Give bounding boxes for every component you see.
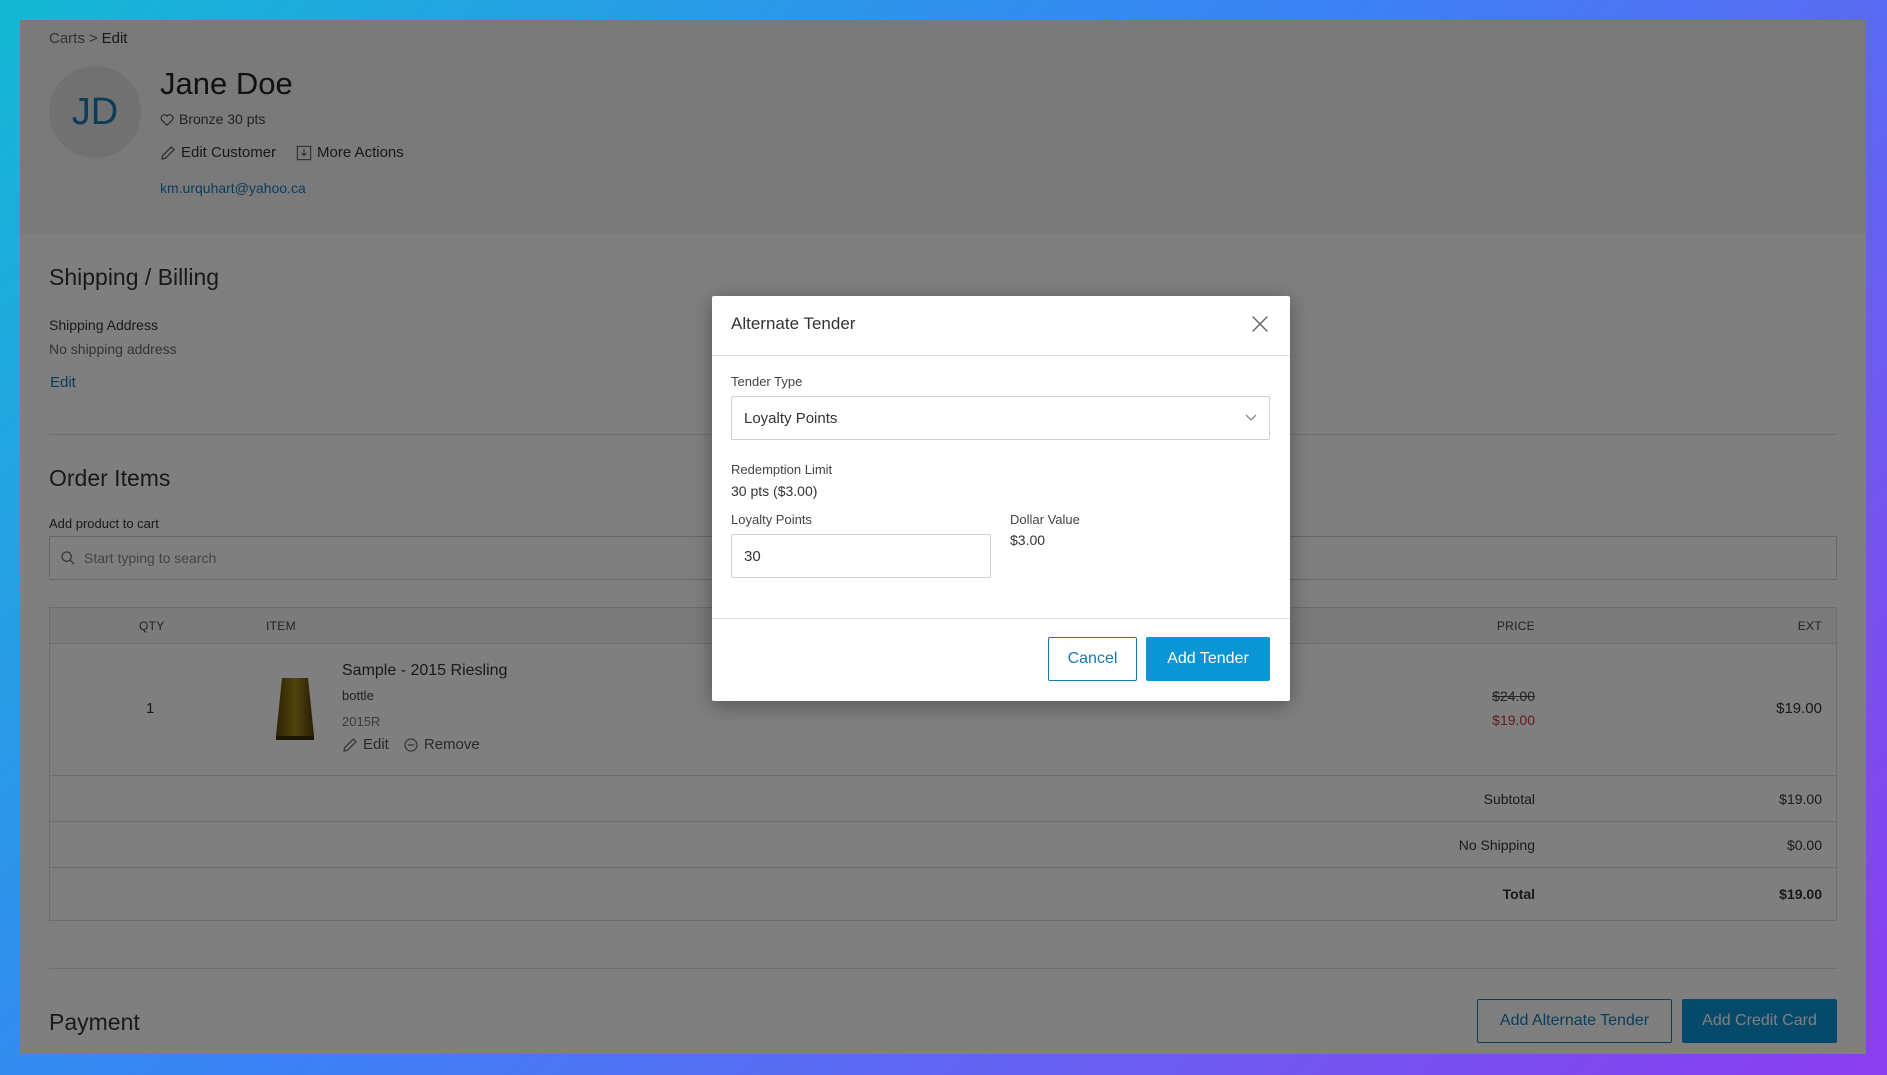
redemption-limit-value: 30 pts ($3.00): [731, 483, 818, 499]
loyalty-points-label: Loyalty Points: [731, 512, 812, 527]
tender-type-value: Loyalty Points: [744, 409, 838, 427]
loyalty-points-input[interactable]: [731, 534, 991, 578]
cancel-button[interactable]: Cancel: [1048, 637, 1137, 681]
close-icon: [1252, 316, 1268, 332]
chevron-down-icon: [1245, 414, 1257, 421]
redemption-limit-label: Redemption Limit: [731, 462, 833, 477]
tender-type-label: Tender Type: [731, 374, 803, 389]
add-tender-button[interactable]: Add Tender: [1146, 637, 1270, 681]
dollar-value-label: Dollar Value: [1010, 512, 1080, 527]
dialog-title: Alternate Tender: [731, 314, 856, 333]
dialog-header: Alternate Tender: [712, 296, 1290, 356]
dialog-body: Tender Type Loyalty Points Redemption Li…: [712, 356, 1290, 619]
tender-type-select[interactable]: Loyalty Points: [731, 396, 1270, 440]
alternate-tender-dialog: Alternate Tender Tender Type Loyalty Poi…: [712, 296, 1290, 701]
close-button[interactable]: [1248, 313, 1272, 337]
dollar-value: $3.00: [1010, 532, 1046, 548]
